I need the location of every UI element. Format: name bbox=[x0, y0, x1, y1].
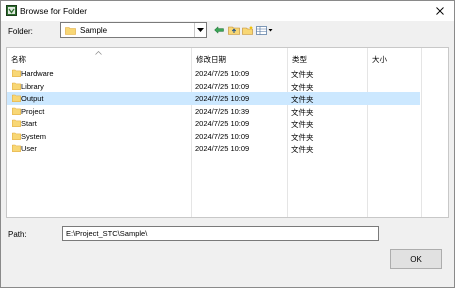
item-modified: 2024/7/25 10:09 bbox=[195, 119, 250, 128]
folder-icon bbox=[12, 132, 21, 140]
folder-icon bbox=[12, 107, 21, 115]
item-type: 文件夹 bbox=[291, 120, 314, 129]
sort-ascending-icon bbox=[95, 48, 102, 57]
list-item[interactable]: System 2024/7/25 10:09 文件夹 bbox=[7, 130, 420, 143]
back-button[interactable] bbox=[213, 23, 225, 37]
window-title: Browse for Folder bbox=[20, 6, 88, 16]
ok-button[interactable]: OK bbox=[390, 249, 442, 269]
item-name: Hardware bbox=[21, 69, 54, 78]
folder-icon bbox=[12, 82, 21, 90]
item-type: 文件夹 bbox=[291, 70, 314, 79]
view-menu-icon bbox=[255, 25, 272, 35]
folder-combobox-dropdown[interactable] bbox=[194, 23, 206, 37]
item-type: 文件夹 bbox=[291, 145, 314, 154]
item-name: Project bbox=[21, 106, 45, 116]
column-divider bbox=[421, 48, 422, 217]
item-name: System bbox=[21, 131, 47, 141]
up-folder-button[interactable] bbox=[227, 23, 240, 37]
close-icon bbox=[436, 7, 444, 15]
item-type: 文件夹 bbox=[291, 82, 314, 92]
list-header: 名称 修改日期 类型 大小 bbox=[7, 48, 448, 65]
new-folder-icon bbox=[241, 25, 253, 35]
folder-icon bbox=[12, 69, 21, 77]
folder-label: Folder: bbox=[8, 27, 33, 36]
app-icon bbox=[6, 5, 17, 16]
browse-folder-dialog: Browse for Folder Folder: Sample 名称 修改日期… bbox=[0, 0, 455, 288]
list-item[interactable]: Output 2024/7/25 10:09 文件夹 bbox=[7, 92, 420, 105]
path-field-value: E:\Project_STC\Sample\ bbox=[66, 229, 148, 238]
item-modified: 2024/7/25 10:09 bbox=[195, 69, 250, 78]
view-menu-button[interactable] bbox=[255, 23, 273, 37]
list-item[interactable]: Start 2024/7/25 10:09 文件夹 bbox=[7, 117, 420, 130]
item-type: 文件夹 bbox=[291, 95, 314, 104]
chevron-down-icon bbox=[197, 28, 204, 32]
item-modified: 2024/7/25 10:39 bbox=[195, 106, 250, 116]
column-header-type[interactable]: 类型 bbox=[288, 48, 368, 65]
item-name: Library bbox=[21, 81, 44, 91]
up-folder-icon bbox=[227, 26, 240, 35]
path-label: Path: bbox=[8, 230, 27, 239]
close-button[interactable] bbox=[426, 1, 454, 21]
item-type: 文件夹 bbox=[291, 107, 314, 117]
item-modified: 2024/7/25 10:09 bbox=[195, 131, 250, 141]
item-type: 文件夹 bbox=[291, 132, 314, 142]
back-arrow-icon bbox=[214, 26, 224, 34]
item-name: Output bbox=[21, 94, 44, 103]
item-name: User bbox=[21, 144, 37, 153]
item-modified: 2024/7/25 10:09 bbox=[195, 144, 250, 153]
list-item[interactable]: Library 2024/7/25 10:09 文件夹 bbox=[7, 80, 420, 93]
folder-icon bbox=[12, 94, 21, 102]
folder-icon bbox=[12, 119, 21, 127]
item-modified: 2024/7/25 10:09 bbox=[195, 81, 250, 91]
column-header-size[interactable]: 大小 bbox=[368, 48, 422, 65]
new-folder-button[interactable] bbox=[241, 23, 254, 37]
folder-icon bbox=[65, 27, 76, 35]
list-item[interactable]: Hardware 2024/7/25 10:09 文件夹 bbox=[7, 67, 420, 80]
item-name: Start bbox=[21, 119, 37, 128]
list-item[interactable]: Project 2024/7/25 10:39 文件夹 bbox=[7, 105, 420, 118]
folder-combobox-value: Sample bbox=[80, 26, 108, 35]
folder-icon bbox=[12, 144, 21, 152]
path-field[interactable]: E:\Project_STC\Sample\ bbox=[62, 226, 379, 241]
list-item[interactable]: User 2024/7/25 10:09 文件夹 bbox=[7, 142, 420, 155]
item-modified: 2024/7/25 10:09 bbox=[195, 94, 250, 103]
folder-list-view[interactable]: 名称 修改日期 类型 大小 Hardware 2024/7/25 10:09 文件夹… bbox=[6, 47, 449, 218]
folder-combobox[interactable]: Sample bbox=[60, 22, 207, 38]
title-bar: Browse for Folder bbox=[1, 1, 454, 21]
column-header-modified[interactable]: 修改日期 bbox=[192, 48, 288, 65]
